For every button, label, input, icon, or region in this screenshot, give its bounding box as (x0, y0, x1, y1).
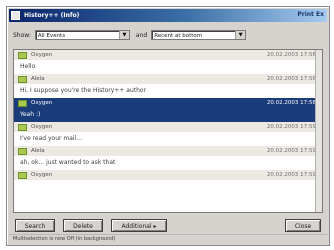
history-window: History++ (Info) Print Ex Show: All Even… (6, 6, 330, 246)
status-bar: Multiselection is now Off (in background… (9, 234, 327, 244)
message-item[interactable]: Oxygen 20.02.2003 17:56 Hello (14, 50, 322, 74)
contact-icon (18, 51, 27, 59)
message-item[interactable]: Alela 20.02.2003 17:56 Hi, I suppose you… (14, 74, 322, 98)
message-item-selected[interactable]: Oxygen 20.02.2003 17:56 Yeah :) (14, 98, 322, 122)
close-button[interactable]: Close (285, 219, 321, 232)
show-label: Show: (13, 31, 31, 39)
message-text: Yeah :) (14, 108, 322, 122)
vertical-scrollbar[interactable] (315, 50, 322, 212)
message-sender: Alela (31, 148, 45, 154)
contact-icon (18, 75, 27, 83)
order-value: Recent at bottom (154, 33, 203, 39)
contact-icon (18, 123, 27, 131)
contact-icon (18, 147, 27, 155)
message-header: Alela 20.02.2003 17:56 (14, 74, 322, 84)
message-header: Oxygen 20.02.2003 17:59 (14, 170, 322, 180)
chevron-down-icon[interactable]: ▼ (118, 31, 129, 39)
delete-button[interactable]: Delete (63, 219, 103, 232)
message-time: 20.02.2003 17:56 (266, 52, 316, 58)
message-item[interactable]: Oxygen 20.02.2003 17:59 (14, 170, 322, 180)
order-select[interactable]: Recent at bottom ▼ (151, 30, 247, 40)
chevron-down-icon[interactable]: ▼ (235, 31, 246, 39)
title-bar[interactable]: History++ (Info) Print Ex (9, 9, 327, 22)
message-text: Hello (20, 63, 36, 70)
contact-icon (18, 171, 27, 179)
show-filter-value: All Events (37, 33, 66, 39)
message-sender: Alela (31, 76, 45, 82)
message-time: 20.02.2003 17:56 (266, 100, 316, 106)
message-header: Alela 20.02.2003 17:59 (14, 146, 322, 156)
window-title-right: Print Ex (297, 11, 324, 18)
message-sender: Oxygen (31, 52, 53, 58)
message-text: Hi, I suppose you're the History++ autho… (20, 87, 147, 94)
additional-button[interactable]: Additional ▸ (111, 219, 167, 232)
message-list[interactable]: Oxygen 20.02.2003 17:56 Hello Alela 20.0… (13, 49, 323, 213)
message-sender: Oxygen (31, 172, 53, 178)
message-text: I've read your mail... (20, 135, 82, 142)
window-title: History++ (Info) (24, 12, 80, 19)
message-item[interactable]: Oxygen 20.02.2003 17:59 I've read your m… (14, 122, 322, 146)
message-time: 20.02.2003 17:56 (266, 76, 316, 82)
and-label: and (135, 31, 148, 39)
app-icon (11, 11, 20, 20)
message-sender: Oxygen (31, 124, 53, 130)
message-time: 20.02.2003 17:59 (266, 172, 316, 178)
button-bar: Search Delete Additional ▸ Close (13, 219, 323, 233)
search-button[interactable]: Search (15, 219, 55, 232)
message-header: Oxygen 20.02.2003 17:59 (14, 122, 322, 132)
contact-icon (18, 99, 27, 107)
message-item[interactable]: Alela 20.02.2003 17:59 ah, ok... just wa… (14, 146, 322, 170)
message-time: 20.02.2003 17:59 (266, 148, 316, 154)
filter-bar: Show: All Events ▼ and Recent at bottom … (13, 29, 323, 41)
show-filter-select[interactable]: All Events ▼ (34, 30, 130, 40)
message-header: Oxygen 20.02.2003 17:56 (14, 50, 322, 60)
message-sender: Oxygen (31, 100, 53, 106)
message-time: 20.02.2003 17:59 (266, 124, 316, 130)
message-header: Oxygen 20.02.2003 17:56 (14, 98, 322, 108)
message-text: ah, ok... just wanted to ask that (20, 159, 116, 166)
